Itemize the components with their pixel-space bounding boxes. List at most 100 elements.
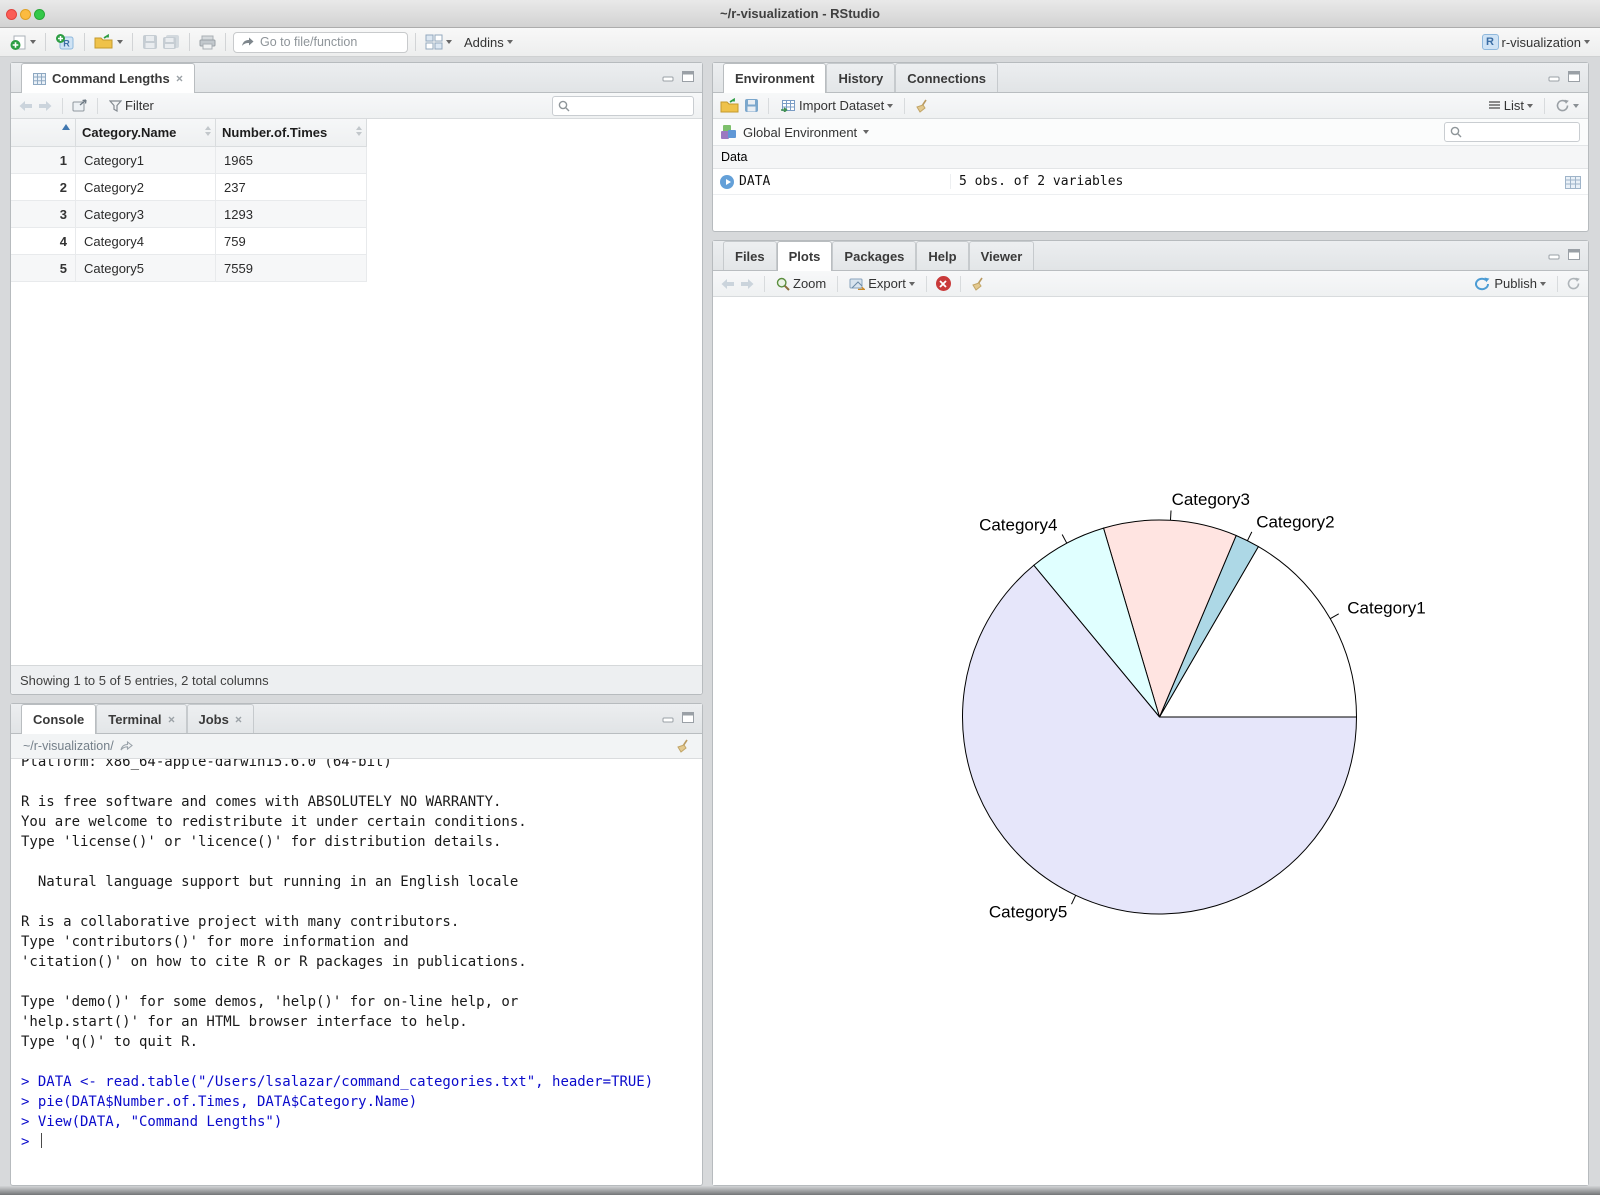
import-dataset-button[interactable]: Import Dataset xyxy=(778,96,895,115)
save-workspace-icon[interactable] xyxy=(744,98,759,113)
refresh-plot-icon[interactable] xyxy=(1567,277,1581,290)
tab-help[interactable]: Help xyxy=(916,241,969,270)
table-cell: 759 xyxy=(216,228,367,254)
minimize-pane-icon[interactable] xyxy=(1548,72,1561,82)
filter-button[interactable]: Filter xyxy=(107,96,156,115)
table-header-row: Category.Name Number.of.Times xyxy=(11,119,367,147)
save-button[interactable] xyxy=(140,32,160,52)
column-header[interactable]: Category.Name xyxy=(76,119,216,146)
list-caret-icon xyxy=(1527,103,1533,108)
table-row[interactable]: 3 Category3 1293 xyxy=(11,201,367,228)
export-icon xyxy=(849,278,866,290)
console-tabstrip: Console Terminal Jobs xyxy=(11,704,702,734)
tab-packages[interactable]: Packages xyxy=(832,241,917,270)
tab-environment[interactable]: Environment xyxy=(723,63,827,93)
goto-file-box[interactable] xyxy=(233,31,408,53)
pie-slice-label: Category5 xyxy=(989,903,1067,922)
popout-icon[interactable] xyxy=(72,99,88,112)
close-icon[interactable] xyxy=(176,75,183,82)
minimize-pane-icon[interactable] xyxy=(662,72,675,82)
sort-icon xyxy=(205,126,211,136)
tab-history[interactable]: History xyxy=(826,63,896,92)
tab-command-lengths[interactable]: Command Lengths xyxy=(21,63,195,93)
environment-search-input[interactable] xyxy=(1466,125,1566,139)
environment-scope-label[interactable]: Global Environment xyxy=(743,125,857,140)
environment-object-row[interactable]: DATA 5 obs. of 2 variables xyxy=(713,169,1588,195)
print-button[interactable] xyxy=(197,33,218,52)
forward-icon[interactable] xyxy=(38,100,53,112)
close-icon[interactable] xyxy=(235,716,242,723)
next-plot-icon[interactable] xyxy=(740,278,755,290)
data-table-body: 1 Category1 1965 2 Category2 237 3 Category3 129… xyxy=(11,147,367,282)
export-plot-button[interactable]: Export xyxy=(847,274,917,293)
open-file-button[interactable] xyxy=(92,32,125,52)
table-row[interactable]: 4 Category4 759 xyxy=(11,228,367,255)
tab-files[interactable]: Files xyxy=(723,241,777,270)
console-cursor[interactable] xyxy=(40,1133,43,1148)
console-output-area[interactable]: Platform: x86_64-apple-darwin15.6.0 (64-… xyxy=(11,759,702,1184)
back-icon[interactable] xyxy=(18,100,33,112)
list-view-button[interactable]: List xyxy=(1486,96,1535,115)
table-row[interactable]: 2 Category2 237 xyxy=(11,174,367,201)
data-viewer-toolbar: Filter xyxy=(11,93,702,119)
addins-button[interactable]: Addins xyxy=(462,33,515,52)
minimize-pane-icon[interactable] xyxy=(662,713,675,723)
table-search-box[interactable] xyxy=(552,95,694,116)
tab-jobs[interactable]: Jobs xyxy=(186,704,254,733)
zoom-plot-button[interactable]: Zoom xyxy=(774,274,828,293)
data-viewer-tabstrip: Command Lengths xyxy=(11,63,702,93)
load-workspace-icon[interactable] xyxy=(720,98,739,113)
tab-plots[interactable]: Plots xyxy=(776,241,833,271)
console-command-line: > View(DATA, "Command Lengths") xyxy=(21,1114,283,1130)
close-icon[interactable] xyxy=(168,716,175,723)
console-output-line: You are welcome to redistribute it under… xyxy=(21,814,527,830)
minimize-pane-icon[interactable] xyxy=(1548,250,1561,260)
main-toolbar: R Addins R r-visualization xyxy=(0,28,1600,57)
maximize-pane-icon[interactable] xyxy=(682,71,694,82)
refresh-environment-button[interactable] xyxy=(1554,97,1581,114)
table-row[interactable]: 5 Category5 7559 xyxy=(11,255,367,282)
data-table: Category.Name Number.of.Times 1 Category1… xyxy=(11,119,367,282)
r-project-icon: R xyxy=(1481,34,1499,50)
pane-layout-button[interactable] xyxy=(423,32,454,52)
maximize-pane-icon[interactable] xyxy=(1568,71,1580,82)
tab-label: Command Lengths xyxy=(52,71,170,86)
goto-directory-icon[interactable] xyxy=(120,740,133,752)
clear-plots-icon[interactable] xyxy=(970,277,985,291)
clear-console-icon[interactable] xyxy=(675,739,690,753)
row-number-cell: 5 xyxy=(11,255,76,281)
previous-plot-icon[interactable] xyxy=(720,278,735,290)
view-data-icon[interactable] xyxy=(1565,176,1581,189)
publish-caret-icon xyxy=(1540,281,1546,286)
list-view-label: List xyxy=(1503,98,1524,113)
filter-icon xyxy=(109,99,122,112)
environment-search-box[interactable] xyxy=(1444,122,1580,142)
new-project-button[interactable]: R xyxy=(53,31,77,53)
remove-plot-icon[interactable] xyxy=(935,276,951,291)
table-search-input[interactable] xyxy=(574,98,674,113)
tab-viewer[interactable]: Viewer xyxy=(968,241,1035,270)
tab-console[interactable]: Console xyxy=(21,704,97,734)
column-header[interactable]: Number.of.Times xyxy=(216,119,367,146)
expand-object-icon[interactable] xyxy=(720,175,734,189)
save-all-button[interactable] xyxy=(160,32,182,52)
tab-terminal[interactable]: Terminal xyxy=(96,704,187,733)
publish-button[interactable]: Publish xyxy=(1473,274,1548,293)
addins-label: Addins xyxy=(464,34,504,50)
table-row[interactable]: 1 Category1 1965 xyxy=(11,147,367,174)
console-command-line: > pie(DATA$Number.of.Times, DATA$Categor… xyxy=(21,1094,418,1110)
new-file-button[interactable] xyxy=(8,32,38,53)
console-output-line: Natural language support but running in … xyxy=(21,874,519,890)
table-status-bar: Showing 1 to 5 of 5 entries, 2 total col… xyxy=(11,665,702,694)
row-number-header[interactable] xyxy=(11,119,76,146)
project-menu-button[interactable]: R r-visualization xyxy=(1480,32,1592,52)
scope-caret-icon[interactable] xyxy=(863,130,870,134)
list-icon xyxy=(1488,101,1500,109)
goto-file-input[interactable] xyxy=(260,35,390,49)
maximize-pane-icon[interactable] xyxy=(1568,249,1580,260)
sort-ascending-icon xyxy=(62,124,70,130)
clear-environment-icon[interactable] xyxy=(914,99,929,113)
tab-connections[interactable]: Connections xyxy=(895,63,998,92)
maximize-pane-icon[interactable] xyxy=(682,712,694,723)
